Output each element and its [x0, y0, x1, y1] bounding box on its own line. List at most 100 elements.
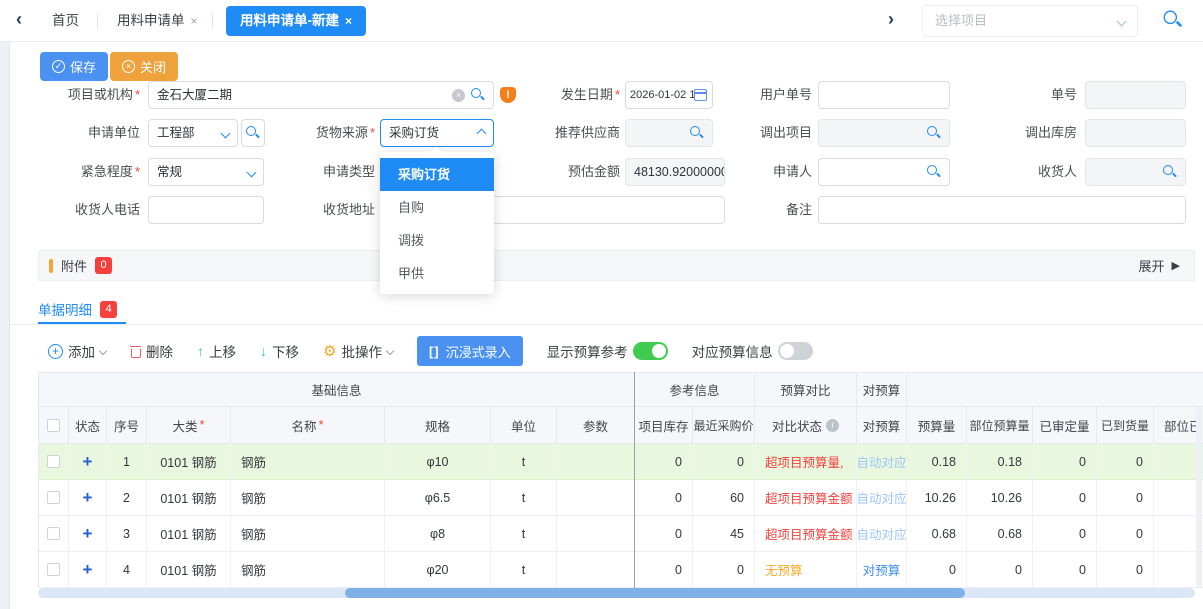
search-icon[interactable]	[471, 88, 485, 102]
clear-icon[interactable]: ×	[452, 89, 465, 102]
tab-close-icon[interactable]: ×	[345, 14, 352, 28]
add-button[interactable]: + 添加	[48, 341, 106, 361]
row-checkbox[interactable]	[47, 455, 60, 468]
dropdown-option-owner-supplied[interactable]: 甲供	[380, 257, 494, 290]
chevron-up-icon	[477, 128, 487, 138]
close-circle-icon: ×	[122, 60, 135, 73]
search-icon[interactable]	[927, 126, 941, 140]
out-project-input	[818, 119, 950, 147]
tab-material-request-new[interactable]: 用料申请单-新建×	[226, 6, 366, 36]
global-search-icon[interactable]	[1164, 11, 1183, 30]
doc-no-label: 单号	[997, 81, 1077, 109]
cell-spec: φ10	[385, 444, 491, 480]
save-button[interactable]: ✓ 保存	[40, 52, 108, 81]
source-dropdown-panel: 采购订货 自购 调拨 甲供	[380, 152, 494, 294]
cell-stock: 0	[635, 480, 693, 516]
urgency-select[interactable]: 常规	[148, 158, 264, 186]
row-checkbox[interactable]	[47, 527, 60, 540]
tab-home[interactable]: 首页	[52, 0, 79, 42]
cell-last-price: 0	[693, 552, 755, 588]
cell-budget-qty: 10.26	[907, 480, 967, 516]
budget-link[interactable]: 对预算	[863, 560, 901, 579]
search-icon[interactable]	[927, 165, 941, 179]
project-select[interactable]: 选择项目	[922, 5, 1138, 37]
cell-last-price: 45	[693, 516, 755, 552]
cell-name: 钢筋	[231, 480, 385, 516]
chevron-down-icon	[99, 347, 107, 355]
nav-back-icon[interactable]: ‹	[16, 9, 22, 30]
header-status: 状态	[69, 407, 107, 444]
cell-approved-qty: 0	[1033, 480, 1097, 516]
gear-icon: ⚙	[323, 342, 336, 360]
row-checkbox[interactable]	[47, 563, 60, 576]
dropdown-option-purchase-order[interactable]: 采购订货	[380, 158, 494, 191]
cell-name: 钢筋	[231, 444, 385, 480]
show-budget-ref-control: 显示预算参考	[547, 341, 668, 361]
move-down-button[interactable]: ↓ 下移	[260, 341, 299, 361]
tab-detail[interactable]: 单据明细 4	[38, 299, 117, 319]
source-label: 货物来源*	[290, 119, 375, 147]
tab-close-icon[interactable]: ×	[191, 14, 198, 28]
cell-name: 钢筋	[231, 516, 385, 552]
tab-divider	[97, 13, 98, 29]
budget-info-toggle[interactable]	[778, 342, 813, 360]
warning-icon[interactable]: !	[500, 87, 516, 103]
table-column-header: 状态 序号 大类* 名称* 规格 单位 参数 项目库存 最近采购价 对比状态i …	[39, 407, 1203, 444]
project-select-placeholder: 选择项目	[935, 13, 987, 28]
move-up-button[interactable]: ↑ 上移	[197, 341, 236, 361]
row-add-icon[interactable]: +	[83, 525, 93, 542]
top-tab-bar: ‹ 首页 用料申请单× 用料申请单-新建× › 选择项目	[0, 0, 1203, 42]
header-budget-qty: 预算量	[907, 407, 967, 444]
header-arrived-qty: 已到货量	[1097, 407, 1154, 444]
dropdown-option-self-purchase[interactable]: 自购	[380, 191, 494, 224]
apply-unit-search-button[interactable]	[241, 119, 265, 147]
row-add-icon[interactable]: +	[83, 489, 93, 506]
immersive-entry-button[interactable]: [] 沉浸式录入	[417, 336, 523, 366]
nav-forward-icon[interactable]: ›	[888, 9, 894, 30]
tab-material-request[interactable]: 用料申请单×	[117, 0, 198, 42]
row-checkbox[interactable]	[47, 491, 60, 504]
search-icon[interactable]	[1163, 165, 1177, 179]
budget-link[interactable]: 自动对应	[857, 524, 907, 543]
info-icon[interactable]: i	[826, 419, 839, 432]
frozen-column-divider	[634, 372, 635, 588]
user-no-label: 用户单号	[732, 81, 812, 109]
date-input[interactable]: 2026-01-02 1	[625, 81, 713, 109]
row-add-icon[interactable]: +	[83, 453, 93, 470]
search-icon[interactable]	[690, 126, 704, 140]
batch-ops-button[interactable]: ⚙ 批操作	[323, 341, 393, 361]
cell-seq: 1	[107, 444, 147, 480]
phone-input[interactable]	[148, 196, 264, 224]
delete-button[interactable]: 删除	[130, 341, 173, 361]
table-toolbar: + 添加 删除 ↑ 上移 ↓ 下移 ⚙ 批操作 [] 沉浸式录入 显示预算参考 …	[48, 336, 813, 366]
header-category: 大类*	[147, 407, 231, 444]
budget-link[interactable]: 自动对应	[857, 488, 907, 507]
out-project-label: 调出项目	[732, 119, 812, 147]
chevron-down-icon	[386, 347, 394, 355]
project-input[interactable]: 金石大厦二期 ×	[148, 81, 494, 109]
cell-stock: 0	[635, 552, 693, 588]
row-add-icon[interactable]: +	[83, 561, 93, 578]
apply-unit-select[interactable]: 工程部	[148, 119, 238, 147]
cell-category: 0101 钢筋	[147, 480, 231, 516]
cell-approved-qty: 0	[1033, 516, 1097, 552]
remark-input[interactable]	[818, 196, 1186, 224]
applicant-input[interactable]	[818, 158, 950, 186]
expand-control[interactable]: 展开 ▶	[1139, 256, 1180, 275]
calendar-icon[interactable]	[694, 89, 707, 101]
source-select[interactable]: 采购订货	[380, 119, 494, 147]
user-no-input[interactable]	[818, 81, 950, 109]
section-marker	[49, 259, 53, 273]
vertical-scrollbar[interactable]	[1196, 406, 1202, 588]
horizontal-scrollbar-thumb[interactable]	[345, 588, 965, 598]
budget-link[interactable]: 自动对应	[857, 452, 907, 471]
cell-unit: t	[491, 444, 557, 480]
chevron-down-icon	[221, 128, 231, 138]
table-row: + 4 0101 钢筋 钢筋 φ20 t 0 0 无预算 对预算 0 0 0 0	[39, 552, 1203, 588]
select-all-checkbox[interactable]	[47, 419, 60, 432]
close-button[interactable]: × 关闭	[110, 52, 178, 81]
dropdown-option-transfer[interactable]: 调拨	[380, 224, 494, 257]
cell-arrived-qty: 0	[1097, 516, 1154, 552]
show-budget-ref-toggle[interactable]	[633, 342, 668, 360]
header-select-all	[39, 407, 69, 444]
